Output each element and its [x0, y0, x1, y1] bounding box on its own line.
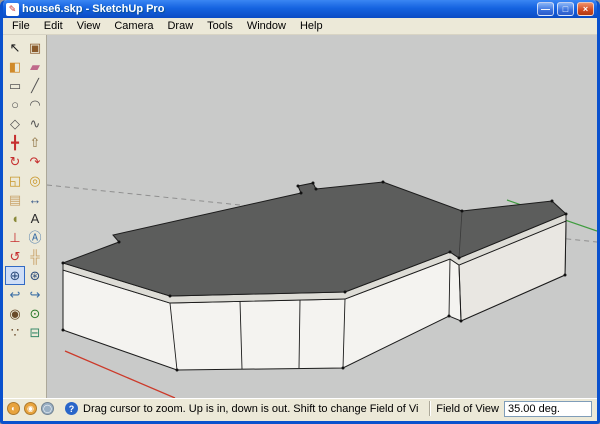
previous-tool[interactable]: ↩ [5, 285, 25, 304]
line-tool[interactable]: ╱ [25, 76, 45, 95]
status-icons: ◐ ◉ ◯ [7, 402, 54, 415]
zoom-tool[interactable]: ⊕ [5, 266, 25, 285]
menu-window[interactable]: Window [240, 19, 293, 33]
eraser-icon: ▰ [30, 59, 40, 74]
position-camera-tool[interactable]: ◉ [5, 304, 25, 323]
scale-tool[interactable]: ◱ [5, 171, 25, 190]
select-tool[interactable]: ↖ [5, 38, 25, 57]
next-icon: ↪ [29, 287, 41, 302]
axes-icon: ⊥ [9, 230, 21, 245]
follow-me-icon: ↷ [29, 154, 41, 169]
scale-icon: ◱ [8, 173, 22, 188]
maximize-button[interactable]: □ [557, 2, 574, 16]
help-button[interactable]: ? [65, 402, 78, 415]
follow-me-tool[interactable]: ↷ [25, 152, 45, 171]
menu-draw[interactable]: Draw [160, 19, 200, 33]
eraser-tool[interactable]: ▰ [25, 57, 45, 76]
position-camera-icon: ◉ [9, 306, 21, 321]
pan-tool[interactable]: ╬ [25, 247, 45, 266]
pan-icon: ╬ [30, 249, 40, 264]
arc-tool[interactable]: ◠ [25, 95, 45, 114]
dimension-tool[interactable]: ↔ [25, 190, 45, 209]
tape-measure-icon: ▤ [8, 192, 22, 207]
tape-measure-tool[interactable]: ▤ [5, 190, 25, 209]
text-tool[interactable]: A [25, 209, 45, 228]
menu-camera[interactable]: Camera [107, 19, 160, 33]
line-icon: ╱ [31, 78, 39, 93]
status-button-3[interactable]: ◯ [41, 402, 54, 415]
zoom-extents-icon: ⊛ [29, 268, 41, 283]
select-icon: ↖ [9, 40, 21, 55]
titlebar[interactable]: ✎ house6.skp - SketchUp Pro — □ × [3, 0, 597, 18]
freehand-icon: ∿ [29, 116, 41, 131]
move-tool[interactable]: ╋ [5, 133, 25, 152]
3d-text-tool[interactable]: Ⓐ [25, 228, 45, 247]
status-button-1[interactable]: ◐ [7, 402, 20, 415]
make-component-icon: ▣ [28, 40, 42, 55]
previous-icon: ↩ [9, 287, 21, 302]
status-button-2[interactable]: ◉ [24, 402, 37, 415]
zoom-icon: ⊕ [9, 268, 21, 283]
rectangle-icon: ▭ [8, 78, 22, 93]
tool-palette: ↖ ▣ ◧ ▰ ▭ ╱ ○ ◠ ◇ ∿ ╋ ⇧ ↻ ↷ ◱ ◎ ▤ ↔ ◖ A ⊥ Ⓐ ↺ ╬ ⊕ ⊛ ↩ ↪ ◉ ⊙ ∵ ⊟ [3, 35, 47, 398]
menubar: File Edit View Camera Draw Tools Window Help [3, 18, 597, 35]
section-plane-tool[interactable]: ⊟ [25, 323, 45, 342]
offset-tool[interactable]: ◎ [25, 171, 45, 190]
move-icon: ╋ [11, 135, 19, 150]
status-hint-text: Drag cursor to zoom. Up is in, down is o… [83, 402, 420, 415]
polygon-tool[interactable]: ◇ [5, 114, 25, 133]
protractor-tool[interactable]: ◖ [5, 209, 25, 228]
text-icon: A [30, 211, 40, 226]
walk-icon: ∵ [10, 325, 20, 340]
push-pull-tool[interactable]: ⇧ [25, 133, 45, 152]
3d-text-icon: Ⓐ [28, 230, 42, 245]
model-svg [47, 180, 597, 398]
sketchup-logo-icon: ✎ [6, 2, 19, 16]
field-of-view-label: Field of View [436, 402, 499, 415]
menu-tools[interactable]: Tools [200, 19, 240, 33]
statusbar: ◐ ◉ ◯ ? Drag cursor to zoom. Up is in, dow… [3, 398, 597, 418]
main-area: ↖ ▣ ◧ ▰ ▭ ╱ ○ ◠ ◇ ∿ ╋ ⇧ ↻ ↷ ◱ ◎ ▤ ↔ ◖ A ⊥ Ⓐ ↺ ╬ ⊕ ⊛ ↩ ↪ ◉ ⊙ ∵ ⊟ [3, 35, 597, 398]
orbit-tool[interactable]: ↺ [5, 247, 25, 266]
look-around-icon: ⊙ [29, 306, 41, 321]
axes-tool[interactable]: ⊥ [5, 228, 25, 247]
look-around-tool[interactable]: ⊙ [25, 304, 45, 323]
paint-bucket-tool[interactable]: ◧ [5, 57, 25, 76]
menu-help[interactable]: Help [293, 19, 330, 33]
section-plane-icon: ⊟ [29, 325, 41, 340]
freehand-tool[interactable]: ∿ [25, 114, 45, 133]
push-pull-icon: ⇧ [29, 135, 41, 150]
polygon-icon: ◇ [10, 116, 20, 131]
walk-tool[interactable]: ∵ [5, 323, 25, 342]
statusbar-divider [429, 401, 432, 416]
minimize-button[interactable]: — [537, 2, 554, 16]
sketchup-window: ✎ house6.skp - SketchUp Pro — □ × File Ed… [0, 0, 600, 424]
close-button[interactable]: × [577, 2, 594, 16]
menu-edit[interactable]: Edit [37, 19, 70, 33]
rotate-icon: ↻ [9, 154, 21, 169]
menu-file[interactable]: File [5, 19, 37, 33]
dimension-icon: ↔ [28, 192, 42, 207]
viewport[interactable] [47, 35, 597, 398]
next-tool[interactable]: ↪ [25, 285, 45, 304]
circle-icon: ○ [11, 97, 19, 112]
orbit-icon: ↺ [9, 249, 21, 264]
protractor-icon: ◖ [11, 211, 19, 226]
zoom-extents-tool[interactable]: ⊛ [25, 266, 45, 285]
house-model [61, 180, 568, 372]
rotate-tool[interactable]: ↻ [5, 152, 25, 171]
arc-icon: ◠ [29, 97, 41, 112]
circle-tool[interactable]: ○ [5, 95, 25, 114]
menu-view[interactable]: View [70, 19, 108, 33]
window-title: house6.skp - SketchUp Pro [22, 3, 165, 15]
field-of-view-input[interactable]: 35.00 deg. [504, 400, 592, 417]
rectangle-tool[interactable]: ▭ [5, 76, 25, 95]
offset-icon: ◎ [29, 173, 41, 188]
paint-bucket-icon: ◧ [8, 59, 22, 74]
make-component-tool[interactable]: ▣ [25, 38, 45, 57]
